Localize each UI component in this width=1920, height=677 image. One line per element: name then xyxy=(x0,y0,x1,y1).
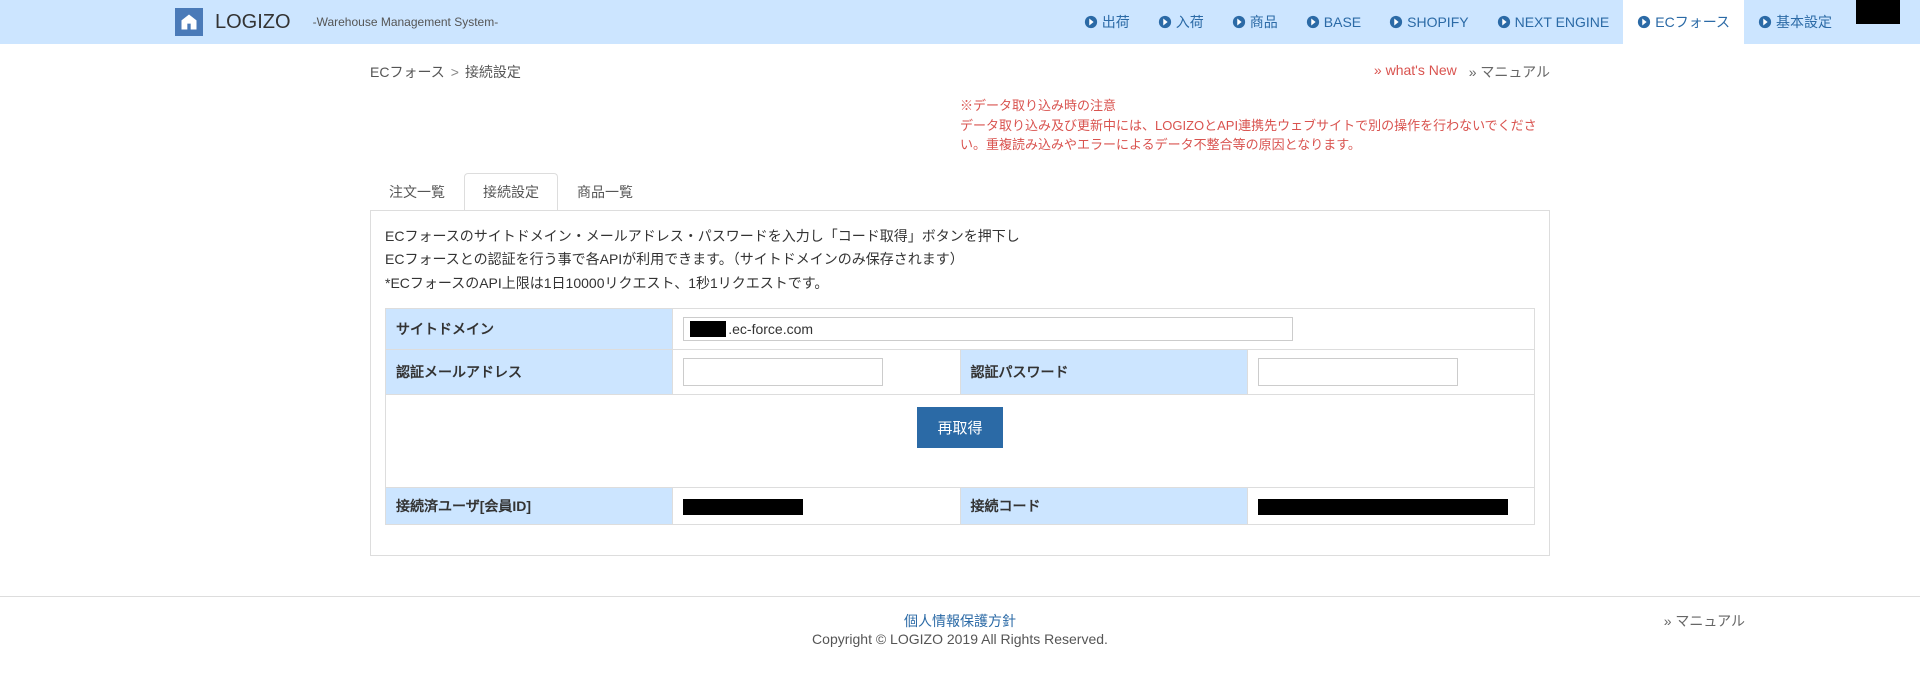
tab-connection[interactable]: 接続設定 xyxy=(464,173,558,210)
panel: ECフォースのサイトドメイン・メールアドレス・パスワードを入力し「コード取得」ボ… xyxy=(370,210,1550,557)
email-field[interactable] xyxy=(683,358,883,386)
chevron-right-icon xyxy=(1306,15,1320,29)
button-row: 再取得 xyxy=(385,395,1535,460)
breadcrumb-sep: > xyxy=(451,64,459,80)
footer: 個人情報保護方針 Copyright © LOGIZO 2019 All Rig… xyxy=(0,596,1920,677)
domain-label: サイトドメイン xyxy=(386,308,673,349)
nav-label: NEXT ENGINE xyxy=(1515,14,1610,30)
navbar: LOGIZO -Warehouse Management System- 出荷 … xyxy=(0,0,1920,44)
nav-item-settings[interactable]: 基本設定 xyxy=(1744,0,1846,44)
header-links: » what's New » マニュアル xyxy=(1374,62,1550,82)
chevron-right-icon xyxy=(1497,15,1511,29)
footer-manual-link[interactable]: » マニュアル xyxy=(1664,611,1745,631)
breadcrumb-row: ECフォース > 接続設定 » what's New » マニュアル xyxy=(370,62,1550,82)
privacy-link[interactable]: 個人情報保護方針 xyxy=(904,613,1016,629)
status-table: 接続済ユーザ[会員ID] 接続コード xyxy=(385,460,1535,526)
chevron-right-icon xyxy=(1758,15,1772,29)
user-menu[interactable] xyxy=(1856,0,1900,24)
nav-label: 商品 xyxy=(1250,12,1278,32)
nav-label: 入荷 xyxy=(1176,12,1204,32)
chevron-right-icon xyxy=(1084,15,1098,29)
tabs: 注文一覧 接続設定 商品一覧 xyxy=(370,173,1550,210)
password-field[interactable] xyxy=(1258,358,1458,386)
notice-line2: データ取り込み及び更新中には、LOGIZOとAPI連携先ウェブサイトで別の操作を… xyxy=(960,116,1550,155)
nav-label: BASE xyxy=(1324,14,1361,30)
nav-label: 基本設定 xyxy=(1776,12,1832,32)
nav-item-shopify[interactable]: SHOPIFY xyxy=(1375,0,1482,44)
email-label: 認証メールアドレス xyxy=(386,349,673,394)
nav-item-shipping[interactable]: 出荷 xyxy=(1070,0,1144,44)
chevron-right-icon xyxy=(1158,15,1172,29)
tab-products[interactable]: 商品一覧 xyxy=(558,173,652,210)
form-table: サイトドメイン .ec-force.com 認証メールアドレス 認証パスワード xyxy=(385,308,1535,395)
nav-items: 出荷 入荷 商品 BASE SHOPIFY NEXT ENGINE ECフォース… xyxy=(1070,0,1910,44)
domain-value-redacted xyxy=(690,321,726,337)
nav-label: 出荷 xyxy=(1102,12,1130,32)
nav-label: SHOPIFY xyxy=(1407,14,1468,30)
brand-subtitle: -Warehouse Management System- xyxy=(313,15,499,29)
nav-item-base[interactable]: BASE xyxy=(1292,0,1375,44)
instr-line3: *ECフォースのAPI上限は1日10000リクエスト、1秒1リクエストです。 xyxy=(385,272,1535,296)
nav-item-ecforce[interactable]: ECフォース xyxy=(1623,0,1744,44)
brand[interactable]: LOGIZO -Warehouse Management System- xyxy=(175,8,498,36)
brand-name: LOGIZO xyxy=(215,11,291,34)
connected-user-label: 接続済ユーザ[会員ID] xyxy=(386,488,673,525)
nav-label: ECフォース xyxy=(1655,12,1730,32)
instr-line2: ECフォースとの認証を行う事で各APIが利用できます。（サイトドメインのみ保存さ… xyxy=(385,248,1535,272)
domain-suffix: .ec-force.com xyxy=(728,321,813,337)
tab-orders[interactable]: 注文一覧 xyxy=(370,173,464,210)
nav-item-nextengine[interactable]: NEXT ENGINE xyxy=(1483,0,1624,44)
chevron-right-icon xyxy=(1389,15,1403,29)
notice-line1: ※データ取り込み時の注意 xyxy=(960,96,1550,116)
logo-icon xyxy=(175,8,203,36)
copyright: Copyright © LOGIZO 2019 All Rights Reser… xyxy=(812,631,1108,647)
manual-link[interactable]: » マニュアル xyxy=(1469,62,1550,82)
instr-line1: ECフォースのサイトドメイン・メールアドレス・パスワードを入力し「コード取得」ボ… xyxy=(385,225,1535,249)
whatsnew-link[interactable]: » what's New xyxy=(1374,62,1457,82)
instructions: ECフォースのサイトドメイン・メールアドレス・パスワードを入力し「コード取得」ボ… xyxy=(385,225,1535,296)
password-label: 認証パスワード xyxy=(960,349,1247,394)
warning-notice: ※データ取り込み時の注意 データ取り込み及び更新中には、LOGIZOとAPI連携… xyxy=(960,96,1550,155)
chevron-right-icon xyxy=(1637,15,1651,29)
chevron-right-icon xyxy=(1232,15,1246,29)
nav-item-products[interactable]: 商品 xyxy=(1218,0,1292,44)
reacquire-button[interactable]: 再取得 xyxy=(917,407,1002,448)
conn-code-label: 接続コード xyxy=(960,488,1247,525)
breadcrumb-a: ECフォース xyxy=(370,62,445,82)
nav-item-receiving[interactable]: 入荷 xyxy=(1144,0,1218,44)
conn-code-value xyxy=(1258,499,1508,515)
breadcrumb-b: 接続設定 xyxy=(465,62,521,82)
main-container: ECフォース > 接続設定 » what's New » マニュアル ※データ取… xyxy=(355,44,1565,596)
connected-user-value xyxy=(683,499,803,515)
